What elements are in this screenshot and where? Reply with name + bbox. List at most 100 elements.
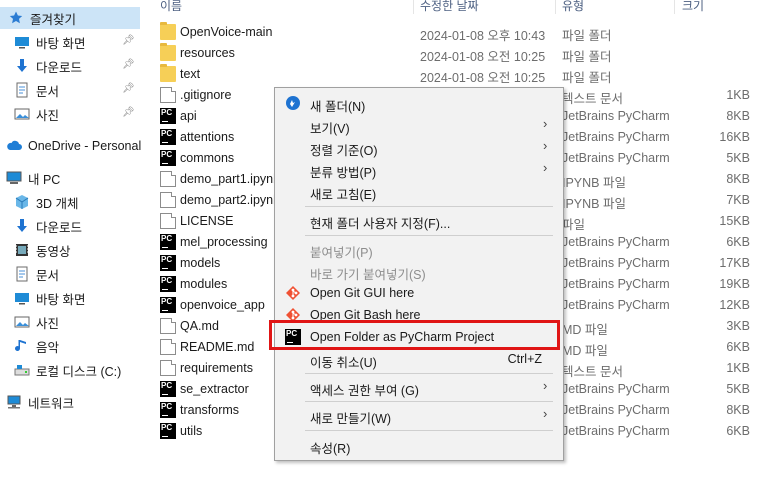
markdown-file-icon xyxy=(160,318,176,334)
nav-item-desktop-pc[interactable]: 바탕 화면 xyxy=(0,287,140,309)
desktop-icon xyxy=(14,290,30,306)
file-name: models xyxy=(180,256,221,270)
menu-item-label: 정렬 기준(O) xyxy=(310,144,378,158)
menu-item-paste[interactable]: 붙여넣기(P) xyxy=(275,238,563,260)
file-type: 텍스트 문서 xyxy=(562,365,623,379)
file-type: JetBrains PyCharm xyxy=(562,403,670,417)
file-row[interactable]: OpenVoice-main 2024-01-08 오후 10:43 파일 폴더 xyxy=(142,22,772,43)
nav-item-3d-objects[interactable]: 3D 개체 xyxy=(0,191,140,213)
file-size: 5KB xyxy=(726,382,750,396)
nav-item-label: 바탕 화면 xyxy=(36,292,86,307)
nav-item-label: 음악 xyxy=(36,340,60,355)
pin-icon[interactable]: 📌︎ xyxy=(122,83,135,95)
menu-item-label: 붙여넣기(P) xyxy=(310,246,373,260)
file-row[interactable]: resources 2024-01-08 오전 10:25 파일 폴더 xyxy=(142,43,772,64)
nav-item-pictures[interactable]: 사진 📌︎ xyxy=(0,103,140,125)
file-name: openvoice_app xyxy=(180,298,265,312)
menu-item-sort-by[interactable]: 정렬 기준(O) › xyxy=(275,136,563,159)
menu-item-refresh[interactable]: 새로 고침(E) xyxy=(275,180,563,202)
menu-item-view[interactable]: 보기(V) › xyxy=(275,114,563,137)
nav-item-pictures-pc[interactable]: 사진 xyxy=(0,311,140,333)
file-date: 2024-01-08 오전 10:25 xyxy=(420,50,546,64)
nav-item-label: 바탕 화면 xyxy=(36,36,86,51)
cube-icon xyxy=(14,194,30,210)
pycharm-file-icon xyxy=(160,297,176,313)
picture-icon xyxy=(14,106,30,122)
nav-item-network[interactable]: 네트워크 xyxy=(0,391,140,413)
folder-icon xyxy=(160,43,176,61)
menu-item-label: 바로 가기 붙여넣기(S) xyxy=(310,268,426,282)
file-type: JetBrains PyCharm xyxy=(562,424,670,438)
file-type: MD 파일 xyxy=(562,344,608,358)
file-name: modules xyxy=(180,277,228,291)
nav-item-local-disk[interactable]: 로컬 디스크 (C:) xyxy=(0,359,140,381)
nav-item-videos[interactable]: 동영상 xyxy=(0,239,140,261)
pycharm-file-icon xyxy=(160,255,176,271)
menu-item-label: Open Git GUI here xyxy=(310,286,415,300)
chevron-right-icon: › xyxy=(543,406,548,421)
column-divider[interactable] xyxy=(413,0,414,14)
file-type: 파일 폴더 xyxy=(562,29,612,43)
column-size[interactable]: 크기 xyxy=(682,0,704,14)
file-name: OpenVoice-main xyxy=(180,25,273,39)
file-type: JetBrains PyCharm xyxy=(562,130,670,144)
file-date: 2024-01-08 오후 10:43 xyxy=(420,29,546,43)
column-name[interactable]: 이름 xyxy=(160,0,182,14)
file-name: requirements xyxy=(180,361,253,375)
menu-item-label: 분류 방법(P) xyxy=(310,166,377,180)
nav-item-music[interactable]: 음악 xyxy=(0,335,140,357)
nav-item-documents-pc[interactable]: 문서 xyxy=(0,263,140,285)
column-divider[interactable] xyxy=(674,0,675,14)
file-type: 텍스트 문서 xyxy=(562,92,623,106)
nav-item-favorites[interactable]: 즐겨찾기 xyxy=(0,7,140,29)
column-date[interactable]: 수정한 날짜 xyxy=(420,0,479,14)
pycharm-file-icon xyxy=(160,276,176,292)
nav-item-downloads-pc[interactable]: 다운로드 xyxy=(0,215,140,237)
text-file-icon xyxy=(160,360,176,376)
chevron-right-icon: › xyxy=(543,378,548,393)
nav-item-label: 다운로드 xyxy=(36,220,83,235)
nav-item-label: 즐겨찾기 xyxy=(30,12,77,27)
nav-item-onedrive[interactable]: OneDrive - Personal xyxy=(0,135,141,157)
download-arrow-icon xyxy=(14,218,30,234)
menu-item-new[interactable]: 새로 만들기(W) › xyxy=(275,404,563,427)
pin-icon[interactable]: 📌︎ xyxy=(122,59,135,71)
menu-item-git-gui[interactable]: Open Git GUI here xyxy=(275,282,563,304)
git-icon xyxy=(285,285,301,301)
menu-item-give-access[interactable]: 액세스 권한 부여 (G) › xyxy=(275,376,563,399)
file-type: JetBrains PyCharm xyxy=(562,277,670,291)
file-name: transforms xyxy=(180,403,240,417)
pin-icon[interactable]: 📌︎ xyxy=(122,107,135,119)
nav-item-label: 사진 xyxy=(36,316,60,331)
nav-item-documents[interactable]: 문서 📌︎ xyxy=(0,79,140,101)
notebook-file-icon xyxy=(160,171,176,187)
picture-icon xyxy=(14,314,30,330)
document-icon xyxy=(14,266,30,282)
column-divider[interactable] xyxy=(555,0,556,14)
file-row[interactable]: text 2024-01-08 오전 10:25 파일 폴더 xyxy=(142,64,772,85)
nav-item-this-pc[interactable]: 내 PC xyxy=(0,167,140,189)
file-type: MD 파일 xyxy=(562,323,608,337)
nav-item-label: 다운로드 xyxy=(36,60,83,75)
menu-item-paste-shortcut[interactable]: 바로 가기 붙여넣기(S) xyxy=(275,260,563,282)
pin-icon[interactable]: 📌︎ xyxy=(122,35,135,47)
menu-item-group-by[interactable]: 분류 방법(P) › xyxy=(275,158,563,181)
pycharm-file-icon xyxy=(160,381,176,397)
file-type: JetBrains PyCharm xyxy=(562,382,670,396)
nav-item-downloads[interactable]: 다운로드 📌︎ xyxy=(0,55,140,77)
new-folder-icon xyxy=(285,95,301,111)
file-name: README.md xyxy=(180,340,255,354)
file-size: 16KB xyxy=(719,130,750,144)
menu-item-new-folder[interactable]: 새 폴더(N) xyxy=(275,92,563,114)
menu-item-label: 새로 고침(E) xyxy=(310,188,377,202)
file-name: commons xyxy=(180,151,235,165)
computer-icon xyxy=(6,170,22,186)
menu-item-undo-move[interactable]: 이동 취소(U) Ctrl+Z xyxy=(275,348,563,370)
document-icon xyxy=(14,82,30,98)
menu-item-properties[interactable]: 속성(R) xyxy=(275,434,563,456)
nav-item-desktop[interactable]: 바탕 화면 📌︎ xyxy=(0,31,140,53)
file-size: 19KB xyxy=(719,277,750,291)
download-arrow-icon xyxy=(14,58,30,74)
menu-item-customize-folder[interactable]: 현재 폴더 사용자 지정(F)... xyxy=(275,209,563,231)
column-type[interactable]: 유형 xyxy=(562,0,584,14)
